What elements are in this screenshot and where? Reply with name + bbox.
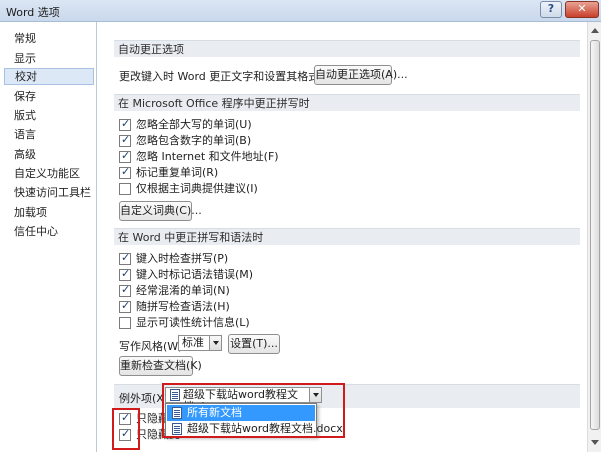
- check-spelling-label: 键入时检查拼写(P): [136, 252, 229, 265]
- nav-item-quick-access-toolbar[interactable]: 快速访问工具栏: [4, 184, 94, 201]
- mark-grammar-label: 键入时标记语法错误(M): [136, 268, 254, 281]
- nav-item-add-ins[interactable]: 加载项: [4, 204, 94, 221]
- help-button[interactable]: ?: [540, 1, 562, 18]
- recheck-document-button[interactable]: 重新检查文档(K): [119, 356, 202, 376]
- main-dictionary-only-checkbox[interactable]: [119, 183, 131, 195]
- office-spelling-section-header: 在 Microsoft Office 程序中更正拼写时: [114, 94, 580, 111]
- readability-stats-checkbox[interactable]: [119, 317, 131, 329]
- title-bar: Word 选项 ? ✕: [0, 0, 601, 22]
- nav-item-save[interactable]: 保存: [4, 88, 94, 105]
- ignore-internet-checkbox[interactable]: [119, 149, 131, 163]
- autocorrect-section-header: 自动更正选项: [114, 40, 580, 57]
- grammar-with-spelling-label: 随拼写检查语法(H): [136, 300, 230, 313]
- ignore-internet-label: 忽略 Internet 和文件地址(F): [136, 150, 279, 163]
- options-nav: 常规 显示 校对 保存 版式 语言 高级 自定义功能区 快速访问工具栏 加载项 …: [0, 22, 97, 452]
- annotation-highlight-box: [162, 383, 345, 438]
- close-button[interactable]: ✕: [565, 1, 599, 18]
- writing-style-settings-button[interactable]: 设置(T)...: [228, 334, 280, 354]
- custom-dictionaries-button[interactable]: 自定义词典(C)...: [119, 201, 202, 221]
- nav-item-advanced[interactable]: 高级: [4, 146, 94, 163]
- ignore-numbers-checkbox[interactable]: [119, 133, 131, 147]
- flag-repeated-label: 标记重复单词(R): [136, 166, 219, 179]
- scroll-down-icon[interactable]: [591, 440, 599, 445]
- nav-item-display[interactable]: 显示: [4, 50, 94, 67]
- annotation-highlight-box: [112, 408, 140, 450]
- vertical-scrollbar[interactable]: [587, 22, 601, 452]
- flag-repeated-checkbox[interactable]: [119, 165, 131, 179]
- nav-item-language[interactable]: 语言: [4, 126, 94, 143]
- autocorrect-options-button[interactable]: 自动更正选项(A)...: [314, 65, 408, 85]
- nav-item-general[interactable]: 常规: [4, 30, 94, 47]
- nav-item-customize-ribbon[interactable]: 自定义功能区: [4, 165, 94, 182]
- ignore-numbers-label: 忽略包含数字的单词(B): [136, 134, 252, 147]
- readability-stats-label: 显示可读性统计信息(L): [136, 316, 250, 329]
- writing-style-select[interactable]: 标准: [178, 335, 222, 351]
- chevron-down-icon[interactable]: [209, 336, 221, 350]
- nav-item-trust-center[interactable]: 信任中心: [4, 223, 94, 240]
- nav-item-proofing[interactable]: 校对: [4, 68, 94, 85]
- nav-item-layout[interactable]: 版式: [4, 107, 94, 124]
- grammar-with-spelling-checkbox[interactable]: [119, 299, 131, 313]
- writing-style-value: 标准: [182, 336, 204, 349]
- ignore-uppercase-checkbox[interactable]: [119, 117, 131, 131]
- confused-words-checkbox[interactable]: [119, 283, 131, 297]
- writing-style-label: 写作风格(W):: [119, 340, 187, 353]
- main-dictionary-only-label: 仅根据主词典提供建议(I): [136, 182, 258, 195]
- mark-grammar-checkbox[interactable]: [119, 267, 131, 281]
- ignore-uppercase-label: 忽略全部大写的单词(U): [136, 118, 252, 131]
- scroll-up-icon[interactable]: [591, 28, 599, 33]
- scroll-thumb[interactable]: [590, 40, 600, 430]
- confused-words-label: 经常混淆的单词(N): [136, 284, 230, 297]
- word-spelling-section-header: 在 Word 中更正拼写和语法时: [114, 228, 580, 245]
- window-title: Word 选项: [6, 6, 60, 19]
- check-spelling-checkbox[interactable]: [119, 251, 131, 265]
